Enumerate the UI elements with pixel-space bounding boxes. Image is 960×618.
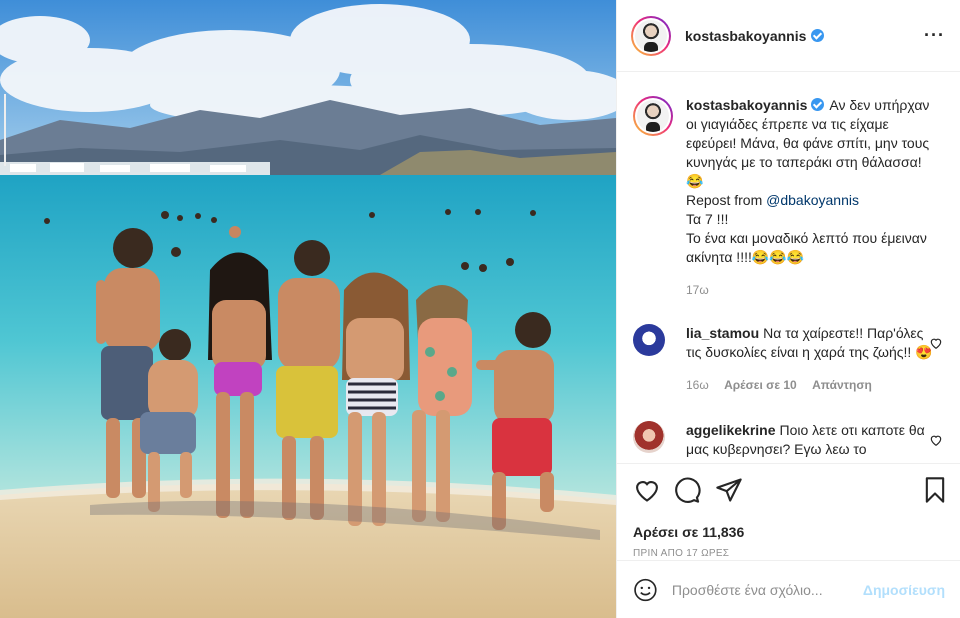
post-sidebar: kostasbakoyannis ··· kostasbakoyannis Αν … [616,0,960,618]
post-comment-button[interactable]: Δημοσίευση [863,582,945,598]
comment-meta: 16ω Αρέσει σε 10 Απάντηση [686,376,936,395]
caption: kostasbakoyannis Αν δεν υπήρχαν οι γιαγιά… [633,73,945,300]
post-photo[interactable] [0,0,616,618]
comment-username[interactable]: aggelikekrine [686,422,776,438]
heart-icon[interactable] [633,476,661,504]
commenter-avatar[interactable] [633,421,665,453]
like-comment-heart-icon[interactable] [929,433,943,447]
mention-link[interactable]: @dbakoyannis [766,192,859,208]
emoji-icon[interactable] [633,577,658,603]
comment-age: 16ω [686,378,709,392]
like-comment-heart-icon[interactable] [929,336,943,350]
avatar-frame [633,17,669,54]
verified-badge-icon [811,98,825,111]
repost-text: Repost from [686,192,767,208]
post-header: kostasbakoyannis ··· [617,0,960,72]
caption-meta: 17ω [686,281,936,300]
post-timestamp: ΠΡΙΝ ΑΠΟ 17 ΩΡΕΣ [633,548,730,559]
commenter-avatar[interactable] [633,324,665,356]
caption-body: kostasbakoyannis Αν δεν υπήρχαν οι γιαγιά… [686,96,936,300]
avatar-frame [635,98,671,134]
comment-input[interactable] [671,581,863,598]
author-avatar[interactable] [631,15,671,56]
caption-username[interactable]: kostasbakoyannis [686,97,807,113]
avatar-image [635,19,667,52]
more-options-icon[interactable]: ··· [924,26,945,44]
comment-item: aggelikekrine Ποιο λετε οτι καποτε θα μας… [633,421,945,459]
caption-line: Το ένα και μοναδικό λεπτό που έμειναν ακ… [686,230,927,265]
reply-button[interactable]: Απάντηση [812,378,872,392]
comment-likes[interactable]: Αρέσει σε 10 [724,378,797,392]
action-icons [633,476,945,504]
comment-item: lia_stamou Να τα χαίρεστε!! Παρ'όλες τις … [633,324,945,395]
share-icon[interactable] [715,476,743,504]
verified-badge-icon [811,29,825,42]
comment-body: lia_stamou Να τα χαίρεστε!! Παρ'όλες τις … [686,324,936,395]
bookmark-icon[interactable] [921,476,949,504]
add-comment-bar: Δημοσίευση [617,560,960,618]
comment-icon[interactable] [673,476,701,504]
comment-body: aggelikekrine Ποιο λετε οτι καποτε θα μας… [686,421,936,459]
comments-list[interactable]: kostasbakoyannis Αν δεν υπήρχαν οι γιαγιά… [617,73,960,463]
comment-username[interactable]: lia_stamou [686,325,759,341]
avatar-image [637,100,669,132]
caption-avatar[interactable] [633,96,673,136]
author-username[interactable]: kostasbakoyannis [685,28,806,44]
post-actions: Αρέσει σε 11,836 ΠΡΙΝ ΑΠΟ 17 ΩΡΕΣ [617,463,960,569]
likes-count[interactable]: Αρέσει σε 11,836 [633,524,945,540]
caption-line: Τα 7 !!! [686,211,729,227]
caption-age: 17ω [686,283,709,297]
beach-children-image [0,0,616,618]
